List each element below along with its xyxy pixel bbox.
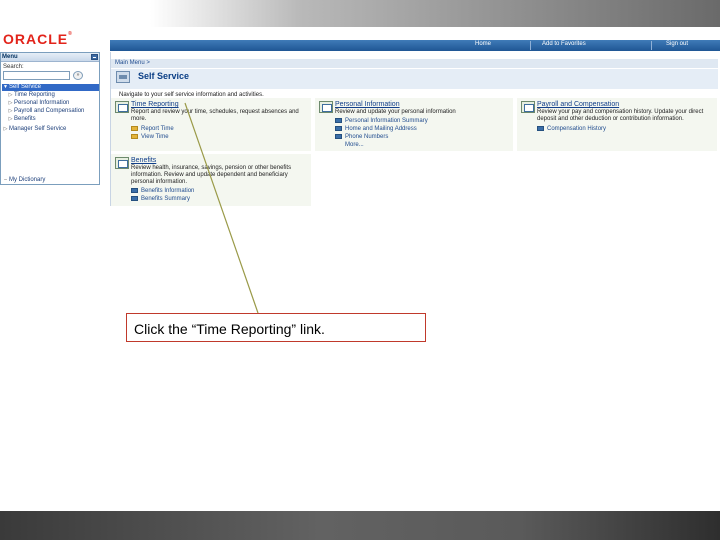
compensation-history-link[interactable]: Compensation History (537, 126, 606, 132)
document-icon (335, 126, 342, 131)
self-service-icon (116, 71, 130, 83)
section-description: Review your pay and compensation history… (537, 109, 704, 122)
menu-item-label: Payroll and Compensation (14, 108, 85, 114)
logo-text: ORACLE (3, 31, 69, 47)
collapsed-arrow-icon: ▷ (8, 108, 13, 114)
section-description: Review health, insurance, savings, pensi… (131, 165, 292, 185)
time-reporting-icon (115, 101, 129, 113)
folder-icon (131, 134, 138, 139)
menu-item-label: Personal Information (14, 100, 70, 106)
oracle-logo: ORACLE® (3, 31, 73, 47)
menu-item-label: Benefits (14, 116, 36, 122)
menu-item-label: Self Service (9, 84, 42, 90)
breadcrumb[interactable]: Main Menu > (115, 60, 150, 66)
personal-information-icon (319, 101, 333, 113)
section-payroll-and-compensation: Payroll and Compensation Review your pay… (517, 98, 717, 151)
slide-top-bar (0, 0, 720, 27)
section-personal-information: Personal Information Review and update y… (315, 98, 513, 151)
document-icon (537, 126, 544, 131)
menu-item-payroll-and-compensation[interactable]: ▷ Payroll and Compensation (7, 108, 85, 115)
breadcrumb-bar: Main Menu > (111, 59, 718, 68)
benefits-information-link[interactable]: Benefits Information (131, 188, 194, 194)
link-label: Benefits Summary (141, 196, 191, 203)
universal-navigation-bar: Home Add to Favorites Sign out (110, 40, 720, 51)
link-label: Home and Mailing Address (345, 126, 417, 133)
phone-numbers-link[interactable]: Phone Numbers (335, 134, 388, 140)
link-label: Compensation History (547, 126, 607, 133)
menu-item-label: Manager Self Service (9, 126, 67, 132)
logo-registered-mark: ® (68, 31, 73, 37)
collapsed-arrow-icon: ▷ (8, 116, 13, 122)
dash-icon: – (4, 177, 7, 183)
search-go-button[interactable]: » (73, 71, 83, 80)
section-time-reporting: Time Reporting Report and review your ti… (111, 98, 311, 151)
menu-item-label: Time Reporting (14, 92, 55, 98)
menu-item-personal-information[interactable]: ▷ Personal Information (7, 100, 70, 107)
menu-search-input[interactable] (3, 71, 70, 80)
collapsed-arrow-icon: ▷ (8, 92, 13, 98)
document-icon (131, 188, 138, 193)
link-label: View Time (141, 134, 169, 141)
document-icon (131, 196, 138, 201)
section-description: Report and review your time, schedules, … (131, 109, 299, 122)
home-and-mailing-address-link[interactable]: Home and Mailing Address (335, 126, 417, 132)
section-description: Review and update your personal informat… (335, 109, 456, 115)
slide: ORACLE® Home Add to Favorites Sign out M… (0, 0, 720, 540)
personal-information-link[interactable]: Personal Information (335, 101, 400, 108)
page-title: Self Service (138, 71, 190, 81)
menu-item-benefits[interactable]: ▷ Benefits (7, 116, 36, 123)
link-label: Report Time (141, 126, 174, 133)
menu-item-my-dictionary[interactable]: – My Dictionary (2, 177, 45, 184)
collapse-menu-button[interactable] (91, 54, 98, 60)
instruction-callout: Click the “Time Reporting” link. (126, 313, 426, 342)
menu-pane: Menu Search: » ▼Self Service ▷ Time Repor… (0, 52, 100, 185)
link-label: Phone Numbers (345, 134, 389, 141)
home-link[interactable]: Home (475, 41, 491, 47)
benefits-icon (115, 157, 129, 169)
main-content: Main Menu > Self Service Navigate to you… (110, 52, 718, 206)
search-label: Search: (3, 64, 24, 70)
nav-separator (530, 41, 531, 50)
link-label: Personal Information Summary (345, 118, 428, 125)
menu-item-manager-self-service[interactable]: ▷ Manager Self Service (2, 126, 67, 133)
folder-icon (131, 126, 138, 131)
document-icon (335, 118, 342, 123)
benefits-link[interactable]: Benefits (131, 157, 156, 164)
collapsed-arrow-icon: ▷ (3, 126, 8, 132)
callout-text: Click the “Time Reporting” link. (134, 321, 325, 337)
document-icon (335, 134, 342, 139)
more-link[interactable]: More... (345, 142, 364, 148)
page-title-bar: Self Service (111, 69, 718, 89)
menu-item-label: My Dictionary (9, 177, 46, 183)
time-reporting-link[interactable]: Time Reporting (131, 101, 179, 108)
menu-title: Menu (2, 54, 18, 60)
menu-item-self-service[interactable]: ▼Self Service (2, 84, 99, 91)
personal-information-summary-link[interactable]: Personal Information Summary (335, 118, 428, 124)
menu-item-time-reporting[interactable]: ▷ Time Reporting (7, 92, 55, 99)
collapsed-arrow-icon: ▷ (8, 100, 13, 106)
section-benefits: Benefits Review health, insurance, savin… (111, 154, 311, 206)
payroll-icon (521, 101, 535, 113)
nav-separator (651, 41, 652, 50)
link-label: Benefits Information (141, 188, 195, 195)
benefits-summary-link[interactable]: Benefits Summary (131, 196, 190, 202)
menu-title-bar: Menu (1, 53, 99, 62)
add-to-favorites-link[interactable]: Add to Favorites (542, 41, 586, 47)
view-time-link[interactable]: View Time (131, 134, 169, 140)
expanded-arrow-icon: ▼ (3, 84, 8, 90)
slide-bottom-bar (0, 511, 720, 540)
sign-out-link[interactable]: Sign out (666, 41, 688, 47)
report-time-link[interactable]: Report Time (131, 126, 174, 132)
payroll-and-compensation-link[interactable]: Payroll and Compensation (537, 101, 619, 108)
